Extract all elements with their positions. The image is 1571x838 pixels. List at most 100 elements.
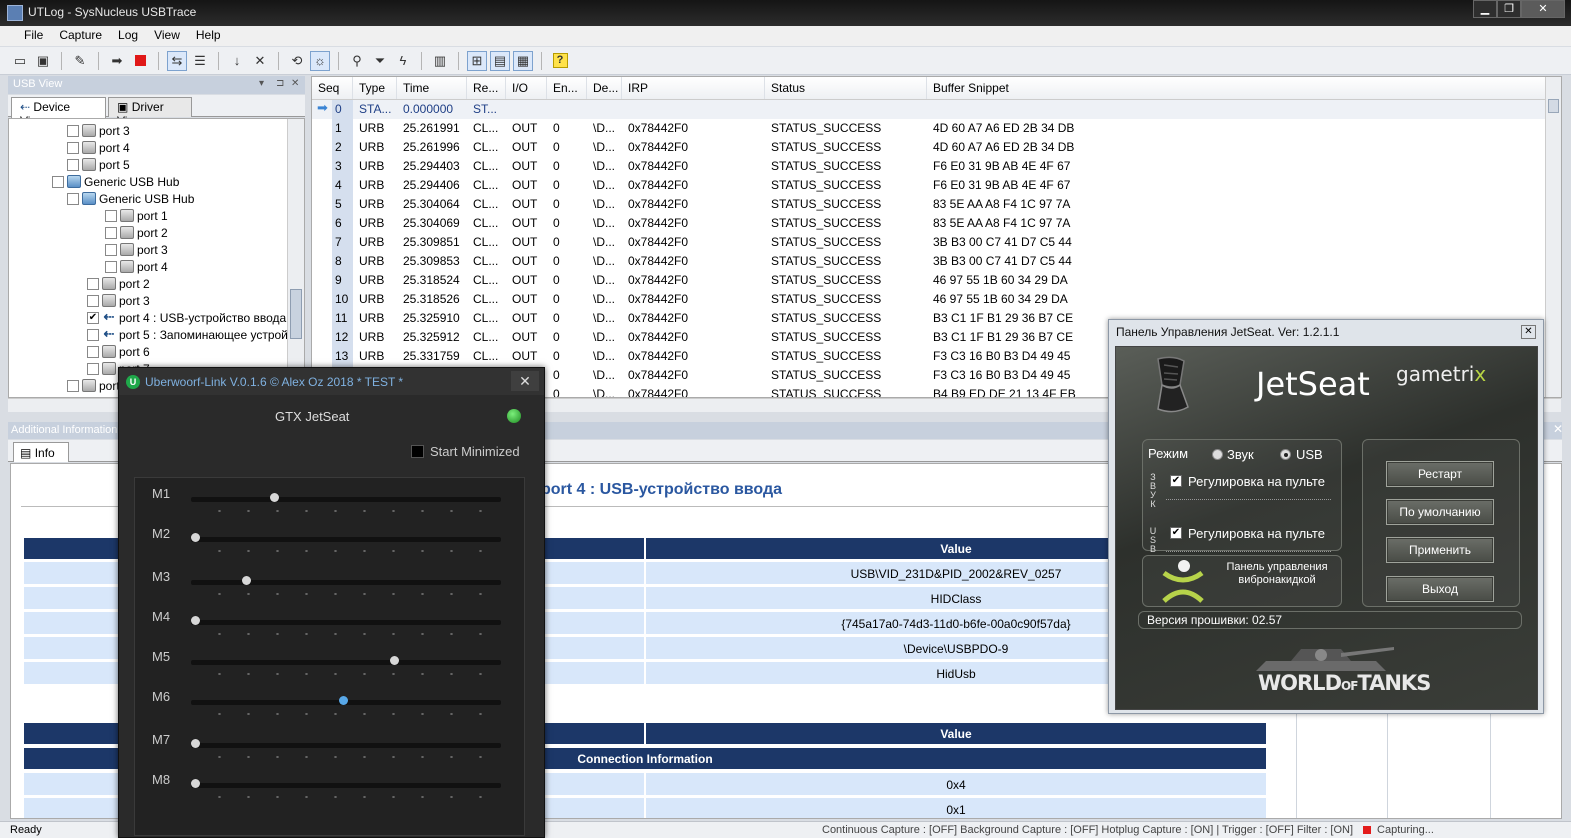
motor-slider[interactable] bbox=[191, 743, 501, 748]
motor-slider[interactable] bbox=[191, 660, 501, 665]
node-checkbox[interactable] bbox=[87, 277, 99, 290]
column-header[interactable]: Re... bbox=[467, 77, 506, 99]
menu-file[interactable]: File bbox=[16, 26, 51, 46]
tree-node[interactable]: ⇠ port 5 : Запоминающее устройство bbox=[87, 326, 304, 343]
table-row[interactable]: 4 URB 25.294406 CL... OUT 0 \D... 0x78442F0 STAT… bbox=[312, 176, 1547, 195]
usb-view-icon[interactable]: ⊞ bbox=[467, 50, 487, 71]
menu-log[interactable]: Log bbox=[110, 26, 146, 46]
tree-node[interactable]: port 2 bbox=[105, 224, 168, 241]
motor-slider[interactable] bbox=[191, 537, 501, 542]
slider-handle[interactable] bbox=[191, 779, 200, 788]
minimize-button[interactable]: ▁ bbox=[1473, 0, 1497, 18]
table-row[interactable]: 0 STA... 0.000000 ST... ➡ bbox=[312, 100, 1547, 119]
capture-mode-icon[interactable]: ⇆ bbox=[167, 50, 187, 71]
slider-handle[interactable] bbox=[269, 493, 279, 502]
table-row[interactable]: 10 URB 25.318526 CL... OUT 0 \D... 0x78442F0 STA… bbox=[312, 290, 1547, 309]
tree-node[interactable]: port 5 bbox=[67, 156, 130, 173]
tree-node[interactable]: port 3 bbox=[87, 292, 150, 309]
motor-slider[interactable] bbox=[191, 497, 501, 502]
tree-scrollbar[interactable] bbox=[287, 119, 304, 397]
info-view-icon[interactable]: ▤ bbox=[490, 50, 510, 71]
table-row[interactable]: 3 URB 25.294403 CL... OUT 0 \D... 0x78442F0 STAT… bbox=[312, 157, 1547, 176]
node-checkbox[interactable] bbox=[105, 226, 117, 239]
tree-node[interactable]: port 3 bbox=[67, 122, 130, 139]
menu-help[interactable]: Help bbox=[188, 26, 229, 46]
usb-level-slider[interactable] bbox=[1166, 551, 1331, 554]
node-checkbox[interactable] bbox=[67, 379, 79, 392]
table-row[interactable]: 1 URB 25.261991 CL... OUT 0 \D... 0x78442F0 STAT… bbox=[312, 119, 1547, 138]
column-header[interactable]: I/O bbox=[506, 77, 547, 99]
stop-capture-icon[interactable] bbox=[130, 51, 150, 71]
pencil-icon[interactable]: ✎ bbox=[70, 51, 90, 71]
slider-handle[interactable] bbox=[191, 739, 200, 748]
pin-icon[interactable]: ⊐ bbox=[276, 78, 284, 89]
filter-icon[interactable]: ⏷ bbox=[370, 51, 390, 71]
slider-handle[interactable] bbox=[191, 533, 200, 542]
table-row[interactable]: 5 URB 25.304064 CL... OUT 0 \D... 0x78442F0 STAT… bbox=[312, 195, 1547, 214]
exit-button[interactable]: Выход bbox=[1386, 576, 1494, 602]
uberwoorf-close-button[interactable]: ✕ bbox=[511, 371, 539, 391]
mode-usb-radio[interactable] bbox=[1280, 449, 1291, 460]
statistics-icon[interactable]: ▥ bbox=[430, 51, 450, 71]
motor-slider[interactable] bbox=[191, 620, 501, 625]
find-icon[interactable]: ⚲ bbox=[347, 51, 367, 71]
start-minimized-checkbox[interactable] bbox=[411, 445, 424, 458]
hex-view-icon[interactable]: ▦ bbox=[513, 50, 533, 71]
refresh-icon[interactable]: ⟲ bbox=[287, 51, 307, 71]
save-icon[interactable]: ▣ bbox=[33, 51, 53, 71]
column-header[interactable]: Time bbox=[397, 77, 467, 99]
node-checkbox[interactable] bbox=[105, 209, 117, 222]
default-button[interactable]: По умолчанию bbox=[1386, 499, 1494, 525]
node-checkbox[interactable] bbox=[87, 328, 99, 341]
clear-icon[interactable]: ✕ bbox=[250, 51, 270, 71]
node-checkbox[interactable] bbox=[67, 158, 79, 171]
table-row[interactable]: 8 URB 25.309853 CL... OUT 0 \D... 0x78442F0 STAT… bbox=[312, 252, 1547, 271]
restart-button[interactable]: Рестарт bbox=[1386, 461, 1494, 487]
start-capture-icon[interactable]: ➡ bbox=[107, 51, 127, 71]
table-row[interactable]: 6 URB 25.304069 CL... OUT 0 \D... 0x78442F0 STAT… bbox=[312, 214, 1547, 233]
sound-level-slider[interactable] bbox=[1166, 499, 1331, 502]
close-button[interactable]: ✕ bbox=[1521, 0, 1565, 18]
node-checkbox[interactable] bbox=[67, 192, 79, 205]
column-header[interactable]: IRP bbox=[622, 77, 765, 99]
table-row[interactable]: 2 URB 25.261996 CL... OUT 0 \D... 0x78442F0 STAT… bbox=[312, 138, 1547, 157]
node-checkbox[interactable] bbox=[67, 124, 79, 137]
usb-adjust-checkbox[interactable]: ✔ bbox=[1170, 527, 1182, 539]
table-row[interactable]: 9 URB 25.318524 CL... OUT 0 \D... 0x78442F0 STAT… bbox=[312, 271, 1547, 290]
menu-view[interactable]: View bbox=[146, 26, 188, 46]
tree-node[interactable]: port 1 bbox=[105, 207, 168, 224]
column-header[interactable]: En... bbox=[547, 77, 587, 99]
column-header[interactable]: De... bbox=[587, 77, 622, 99]
column-header[interactable]: Seq bbox=[312, 77, 353, 99]
device-tree[interactable]: port 3 port 4 port 5 Generic USB Hub Generic… bbox=[8, 118, 305, 398]
menu-capture[interactable]: Capture bbox=[51, 26, 110, 46]
tree-node[interactable]: port 4 bbox=[67, 139, 130, 156]
sound-adjust-checkbox[interactable]: ✔ bbox=[1170, 475, 1182, 487]
node-checkbox[interactable] bbox=[87, 294, 99, 307]
pane-close-icon[interactable]: ✕ bbox=[291, 78, 299, 89]
bulb-icon[interactable]: ☼ bbox=[310, 50, 330, 71]
jetseat-close-button[interactable]: ✕ bbox=[1521, 325, 1536, 339]
tree-node[interactable]: Generic USB Hub bbox=[67, 190, 194, 207]
tab-driver-view[interactable]: ▣ Driver View bbox=[108, 97, 192, 128]
node-checkbox[interactable] bbox=[67, 141, 79, 154]
column-header[interactable]: Buffer Snippet bbox=[927, 77, 1547, 99]
tab-info[interactable]: ▤ Info bbox=[13, 442, 69, 462]
scroll-thumb[interactable] bbox=[1548, 99, 1559, 113]
tree-node[interactable]: port 2 bbox=[87, 275, 150, 292]
motor-slider[interactable] bbox=[191, 580, 501, 585]
maximize-button[interactable]: ❐ bbox=[1497, 0, 1521, 18]
node-checkbox[interactable] bbox=[87, 362, 99, 375]
mode-sound-radio[interactable] bbox=[1212, 449, 1223, 460]
tree-node[interactable]: port 3 bbox=[105, 241, 168, 258]
scroll-thumb[interactable] bbox=[290, 289, 302, 339]
tree-node[interactable]: ✔ ⇠ port 4 : USB-устройство ввода bbox=[87, 309, 286, 326]
node-checkbox[interactable] bbox=[105, 243, 117, 256]
tree-node[interactable]: Generic USB Hub bbox=[52, 173, 179, 190]
apply-button[interactable]: Применить bbox=[1386, 537, 1494, 563]
new-icon[interactable]: ▭ bbox=[10, 51, 30, 71]
trigger-icon[interactable]: ϟ bbox=[393, 51, 413, 71]
tree-node[interactable]: port 4 bbox=[105, 258, 168, 275]
node-checkbox[interactable] bbox=[52, 175, 64, 188]
tree-node[interactable]: port 6 bbox=[87, 343, 150, 360]
